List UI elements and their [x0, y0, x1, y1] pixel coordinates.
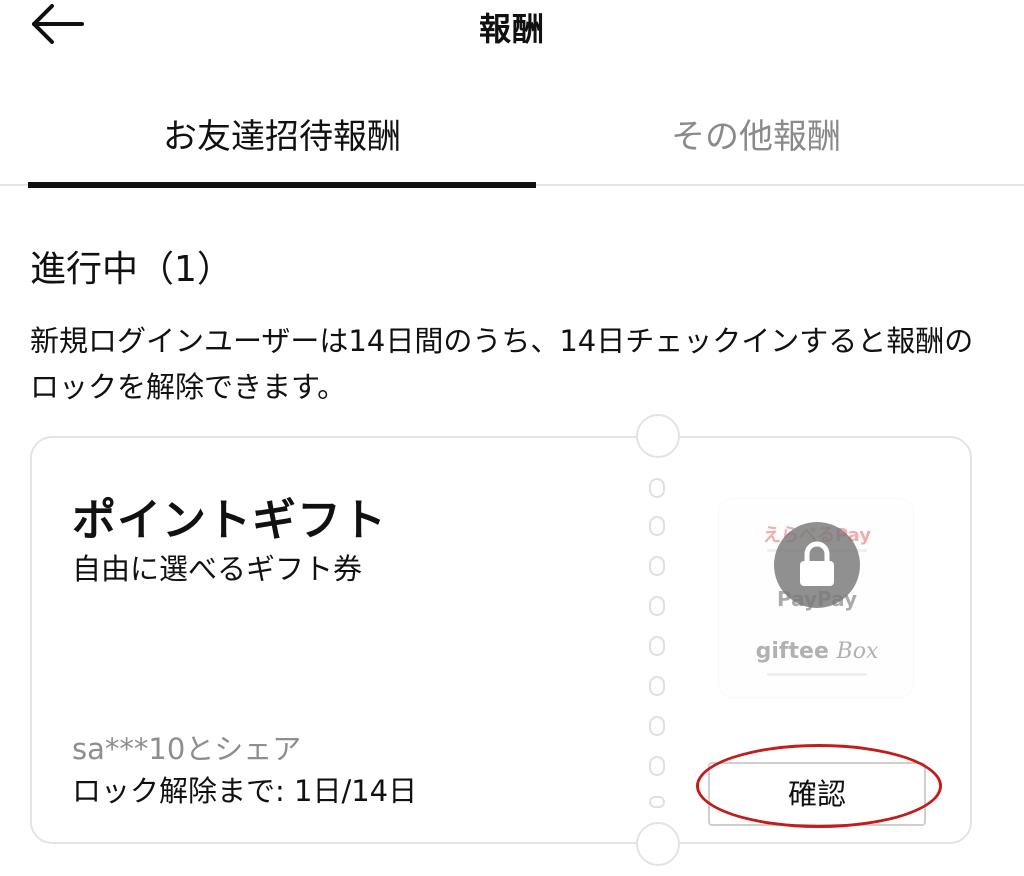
giftee-box-logo: giftee Box: [755, 639, 879, 664]
header-bar: 報酬: [0, 0, 1024, 60]
in-progress-heading: 進行中（1）: [30, 249, 233, 290]
tab-other-rewards[interactable]: その他報酬: [536, 96, 976, 186]
reward-subtitle: 自由に選べるギフト券: [72, 552, 363, 586]
unlock-progress-text: ロック解除まで: 1日/14日: [72, 774, 418, 808]
reward-card: ポイントギフト 自由に選べるギフト券 sa***10とシェア ロック解除まで: …: [30, 412, 972, 868]
tab-friend-invite-rewards[interactable]: お友達招待報酬: [28, 96, 536, 188]
confirm-button[interactable]: 確認: [708, 762, 926, 826]
page-title: 報酬: [478, 10, 545, 48]
reward-tabs: お友達招待報酬 その他報酬: [0, 96, 1024, 188]
lock-badge: [774, 522, 860, 608]
ticket-notch-bottom: [636, 822, 680, 866]
reward-title: ポイントギフト: [72, 495, 387, 546]
section-description: 新規ログインユーザーは14日間のうち、14日チェックインすると報酬のロックを解除…: [30, 324, 974, 404]
shared-with-text: sa***10とシェア: [72, 732, 302, 766]
ticket-notch-top: [636, 414, 680, 458]
ticket-perforation: [649, 478, 669, 808]
